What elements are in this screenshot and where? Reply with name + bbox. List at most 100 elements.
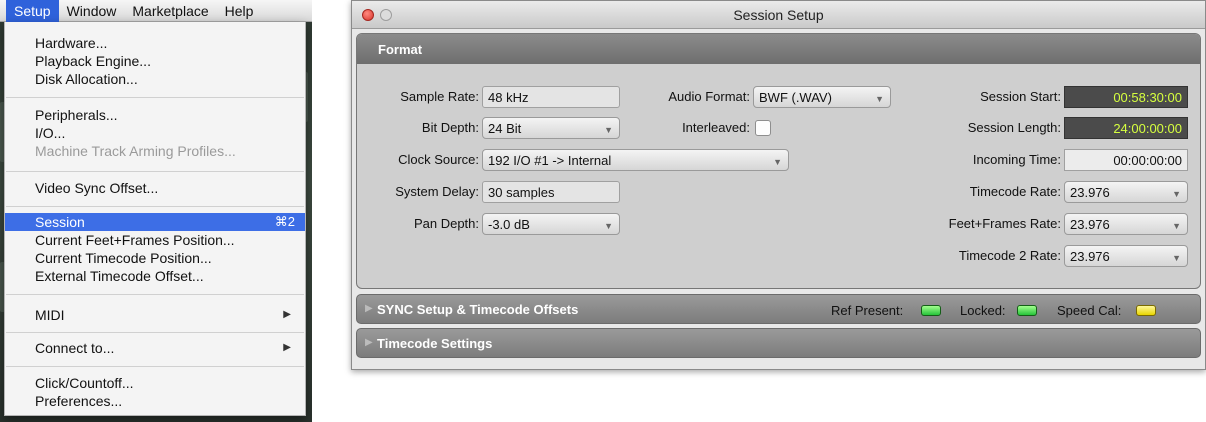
menu-item-label: Current Timecode Position... xyxy=(35,250,212,266)
chevron-down-icon: ▼ xyxy=(1172,189,1181,199)
clock-source-value: 192 I/O #1 -> Internal xyxy=(488,153,612,168)
system-delay-field: 30 samples xyxy=(482,181,620,203)
menu-item-label: Session xyxy=(35,214,85,230)
bit-depth-select[interactable]: 24 Bit ▼ xyxy=(482,117,620,139)
menu-item-click-countoff[interactable]: Click/Countoff... xyxy=(5,374,305,392)
feet-frames-rate-label: Feet+Frames Rate: xyxy=(948,216,1061,231)
menu-item-label: MIDI xyxy=(35,307,65,323)
chevron-down-icon: ▼ xyxy=(1172,253,1181,263)
session-start-label: Session Start: xyxy=(980,89,1061,104)
chevron-down-icon: ▼ xyxy=(773,157,782,167)
sync-setup-bar[interactable]: ▶ SYNC Setup & Timecode Offsets Ref Pres… xyxy=(356,294,1201,324)
menu-separator xyxy=(6,366,304,367)
menu-separator xyxy=(6,294,304,295)
menu-item-video-sync-offset[interactable]: Video Sync Offset... xyxy=(5,179,305,197)
menu-item-peripherals[interactable]: Peripherals... xyxy=(5,106,305,124)
menu-item-label: Current Feet+Frames Position... xyxy=(35,232,235,248)
system-delay-label: System Delay: xyxy=(395,184,479,199)
chevron-down-icon: ▼ xyxy=(604,125,613,135)
menu-item-label: Video Sync Offset... xyxy=(35,180,159,196)
clock-source-label: Clock Source: xyxy=(398,152,479,167)
pan-depth-value: -3.0 dB xyxy=(488,217,530,232)
disclosure-triangle-icon[interactable]: ▶ xyxy=(365,337,373,348)
menu-item-current-timecode-position[interactable]: Current Timecode Position... xyxy=(5,249,305,267)
pan-depth-label: Pan Depth: xyxy=(413,216,479,231)
interleaved-checkbox[interactable] xyxy=(755,120,771,136)
menu-item-machine-track-arming-profiles: Machine Track Arming Profiles... xyxy=(5,142,305,160)
menu-item-connect-to[interactable]: Connect to... ▶ xyxy=(5,339,305,357)
menu-item-label: Connect to... xyxy=(35,340,115,356)
menu-separator xyxy=(6,171,304,172)
speed-cal-label: Speed Cal: xyxy=(1057,303,1122,318)
menu-item-label: Hardware... xyxy=(35,35,108,51)
audio-format-select[interactable]: BWF (.WAV) ▼ xyxy=(753,86,891,108)
locked-label: Locked: xyxy=(960,303,1006,318)
session-length-field[interactable]: 24:00:00:00 xyxy=(1064,117,1188,139)
chevron-down-icon: ▼ xyxy=(875,94,884,104)
menubar-setup[interactable]: Setup xyxy=(6,0,59,22)
format-header-label: Format xyxy=(378,42,423,57)
timecode2-rate-select[interactable]: 23.976 ▼ xyxy=(1064,245,1188,267)
interleaved-label: Interleaved: xyxy=(682,120,750,135)
menu-item-midi[interactable]: MIDI ▶ xyxy=(5,306,305,324)
menu-item-current-feet-frames-position[interactable]: Current Feet+Frames Position... xyxy=(5,231,305,249)
menu-item-label: Click/Countoff... xyxy=(35,375,134,391)
menu-separator xyxy=(6,332,304,333)
menu-item-label: I/O... xyxy=(35,125,66,141)
menu-item-preferences[interactable]: Preferences... xyxy=(5,392,305,410)
timecode-rate-label: Timecode Rate: xyxy=(969,184,1061,199)
timecode-settings-label: Timecode Settings xyxy=(377,336,493,351)
timecode-rate-value: 23.976 xyxy=(1070,185,1110,200)
clock-source-select[interactable]: 192 I/O #1 -> Internal ▼ xyxy=(482,149,789,171)
menu-item-label: Machine Track Arming Profiles... xyxy=(35,143,236,159)
submenu-arrow-icon: ▶ xyxy=(283,342,291,353)
session-start-field[interactable]: 00:58:30:00 xyxy=(1064,86,1188,108)
timecode2-rate-label: Timecode 2 Rate: xyxy=(958,248,1061,263)
menu-item-label: Disk Allocation... xyxy=(35,71,138,87)
speed-cal-led xyxy=(1136,305,1156,316)
sample-rate-label: Sample Rate: xyxy=(400,89,479,104)
menu-item-label: Preferences... xyxy=(35,393,123,409)
timecode2-rate-value: 23.976 xyxy=(1070,249,1110,264)
audio-format-value: BWF (.WAV) xyxy=(759,90,832,105)
menu-item-session[interactable]: Session ⌘2 xyxy=(5,213,305,231)
ref-present-led xyxy=(921,305,941,316)
setup-menu-region: Setup Window Marketplace Help Hardware..… xyxy=(0,0,312,422)
bit-depth-label: Bit Depth: xyxy=(421,120,479,135)
bit-depth-value: 24 Bit xyxy=(488,121,522,136)
ref-present-label: Ref Present: xyxy=(831,303,904,318)
incoming-time-label: Incoming Time: xyxy=(972,152,1061,167)
audio-format-label: Audio Format: xyxy=(668,89,750,104)
menu-item-label: Playback Engine... xyxy=(35,53,151,69)
timecode-settings-bar[interactable]: ▶ Timecode Settings xyxy=(356,328,1201,358)
format-panel-header[interactable]: Format xyxy=(357,34,1200,64)
window-titlebar[interactable]: Session Setup xyxy=(352,1,1205,29)
menu-item-io[interactable]: I/O... xyxy=(5,124,305,142)
window-title: Session Setup xyxy=(733,7,824,23)
menu-item-hardware[interactable]: Hardware... xyxy=(5,34,305,52)
menubar-help[interactable]: Help xyxy=(217,0,262,22)
session-setup-window: Session Setup Format Sample Rate: 48 kHz… xyxy=(351,0,1206,370)
feet-frames-rate-select[interactable]: 23.976 ▼ xyxy=(1064,213,1188,235)
menu-item-disk-allocation[interactable]: Disk Allocation... xyxy=(5,70,305,88)
sync-setup-label: SYNC Setup & Timecode Offsets xyxy=(377,302,579,317)
menu-bar: Setup Window Marketplace Help xyxy=(0,0,312,22)
pan-depth-select[interactable]: -3.0 dB ▼ xyxy=(482,213,620,235)
menubar-window[interactable]: Window xyxy=(59,0,125,22)
menu-item-external-timecode-offset[interactable]: External Timecode Offset... xyxy=(5,267,305,285)
menu-separator xyxy=(6,206,304,207)
shortcut-command-2: ⌘2 xyxy=(274,214,295,229)
disclosure-triangle-icon[interactable]: ▶ xyxy=(365,303,373,314)
chevron-down-icon: ▼ xyxy=(1172,221,1181,231)
incoming-time-field: 00:00:00:00 xyxy=(1064,149,1188,171)
setup-dropdown-menu: Hardware... Playback Engine... Disk Allo… xyxy=(4,22,306,416)
sample-rate-field: 48 kHz xyxy=(482,86,620,108)
menu-separator xyxy=(6,97,304,98)
locked-led xyxy=(1017,305,1037,316)
menubar-marketplace[interactable]: Marketplace xyxy=(124,0,216,22)
menu-item-playback-engine[interactable]: Playback Engine... xyxy=(5,52,305,70)
session-length-label: Session Length: xyxy=(967,120,1061,135)
format-panel: Format Sample Rate: 48 kHz Bit Depth: 24… xyxy=(356,33,1201,289)
menu-item-label: External Timecode Offset... xyxy=(35,268,204,284)
timecode-rate-select[interactable]: 23.976 ▼ xyxy=(1064,181,1188,203)
